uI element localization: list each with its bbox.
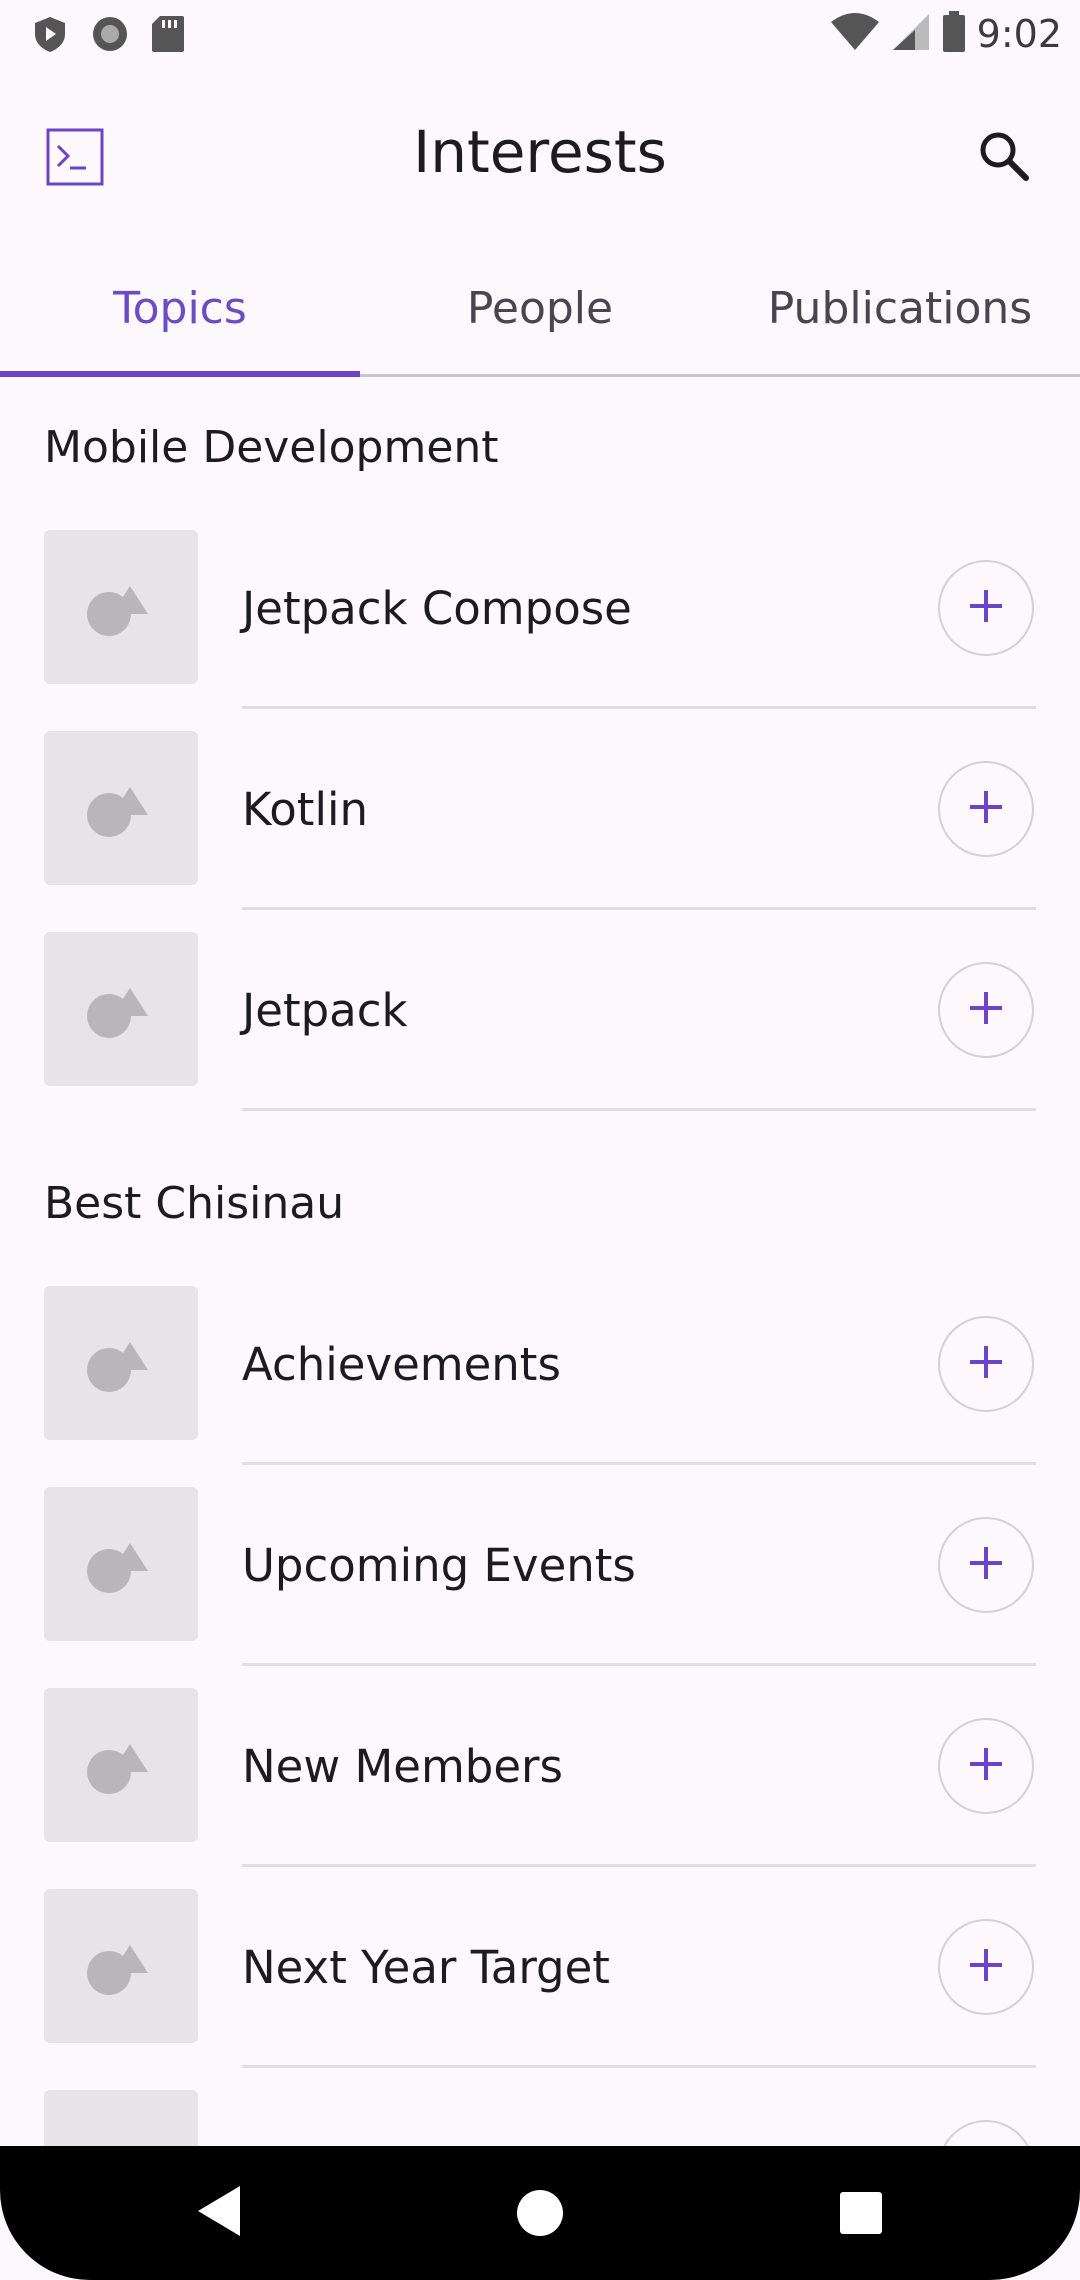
topic-image-placeholder-icon [44,932,198,1086]
topic-row[interactable]: New Members [0,1666,1080,1867]
plus-icon [966,988,1006,1032]
topic-row[interactable]: Upcoming Events [0,1465,1080,1666]
topic-row[interactable]: Kotlin [0,709,1080,910]
search-icon[interactable] [972,124,1034,186]
tab-label: Topics [113,282,247,334]
back-icon[interactable] [196,2184,242,2242]
section-header: Best Chisinau [44,1178,345,1229]
follow-button[interactable] [938,560,1034,656]
section-header: Mobile Development [44,422,499,473]
topic-image-placeholder-icon [44,1487,198,1641]
topic-image-placeholder-icon [44,1286,198,1440]
topic-name: Jetpack [242,984,408,1037]
follow-button[interactable] [938,1316,1034,1412]
follow-button[interactable] [938,1517,1034,1613]
topic-row[interactable]: Jetpack [0,910,1080,1111]
follow-button[interactable] [938,2120,1034,2146]
top-app-bar: Interests [0,66,1080,242]
system-navigation-bar [0,2146,1080,2280]
recents-icon[interactable] [840,2192,882,2234]
topic-row[interactable] [0,2068,1080,2146]
topics-list[interactable]: Mobile Development Jetpack Compose Kotli… [0,374,1080,2146]
topic-image-placeholder-icon [44,731,198,885]
plus-icon [966,1945,1006,1989]
tab-label: Publications [767,282,1033,334]
topic-name: Upcoming Events [242,1539,636,1592]
topic-name: New Members [242,1740,563,1793]
tab-people[interactable]: People [360,242,720,374]
follow-button[interactable] [938,962,1034,1058]
tab-row: Topics People Publications [0,242,1080,377]
plus-icon [966,1342,1006,1386]
tab-label: People [466,282,614,334]
play-protect-icon [30,14,70,58]
topic-image-placeholder-icon [44,530,198,684]
plus-icon [966,586,1006,630]
tab-publications[interactable]: Publications [720,242,1080,374]
topic-image-placeholder-icon [44,1889,198,2043]
topic-name: Achievements [242,1338,561,1391]
status-time: 9:02 [976,12,1062,56]
follow-button[interactable] [938,1919,1034,2015]
home-icon[interactable] [517,2190,563,2236]
cell-signal-icon [891,10,931,58]
tab-topics[interactable]: Topics [0,242,360,374]
page-title: Interests [413,118,667,186]
divider [242,1108,1036,1111]
plus-icon [966,1543,1006,1587]
topic-row[interactable]: Jetpack Compose [0,508,1080,709]
plus-icon [966,1744,1006,1788]
topic-name: Next Year Target [242,1941,610,1994]
topic-image-placeholder-icon [44,1688,198,1842]
topic-name: Jetpack Compose [242,582,632,635]
topic-row[interactable]: Next Year Target [0,1867,1080,2068]
battery-icon [941,10,967,58]
sd-card-icon [150,14,186,58]
status-bar: 9:02 [0,0,1080,66]
follow-button[interactable] [938,1718,1034,1814]
wifi-icon [829,10,881,58]
record-icon [90,14,130,58]
follow-button[interactable] [938,761,1034,857]
topic-name: Kotlin [242,783,368,836]
plus-icon [966,787,1006,831]
topic-image-placeholder-icon [44,2090,198,2146]
topic-row[interactable]: Achievements [0,1264,1080,1465]
